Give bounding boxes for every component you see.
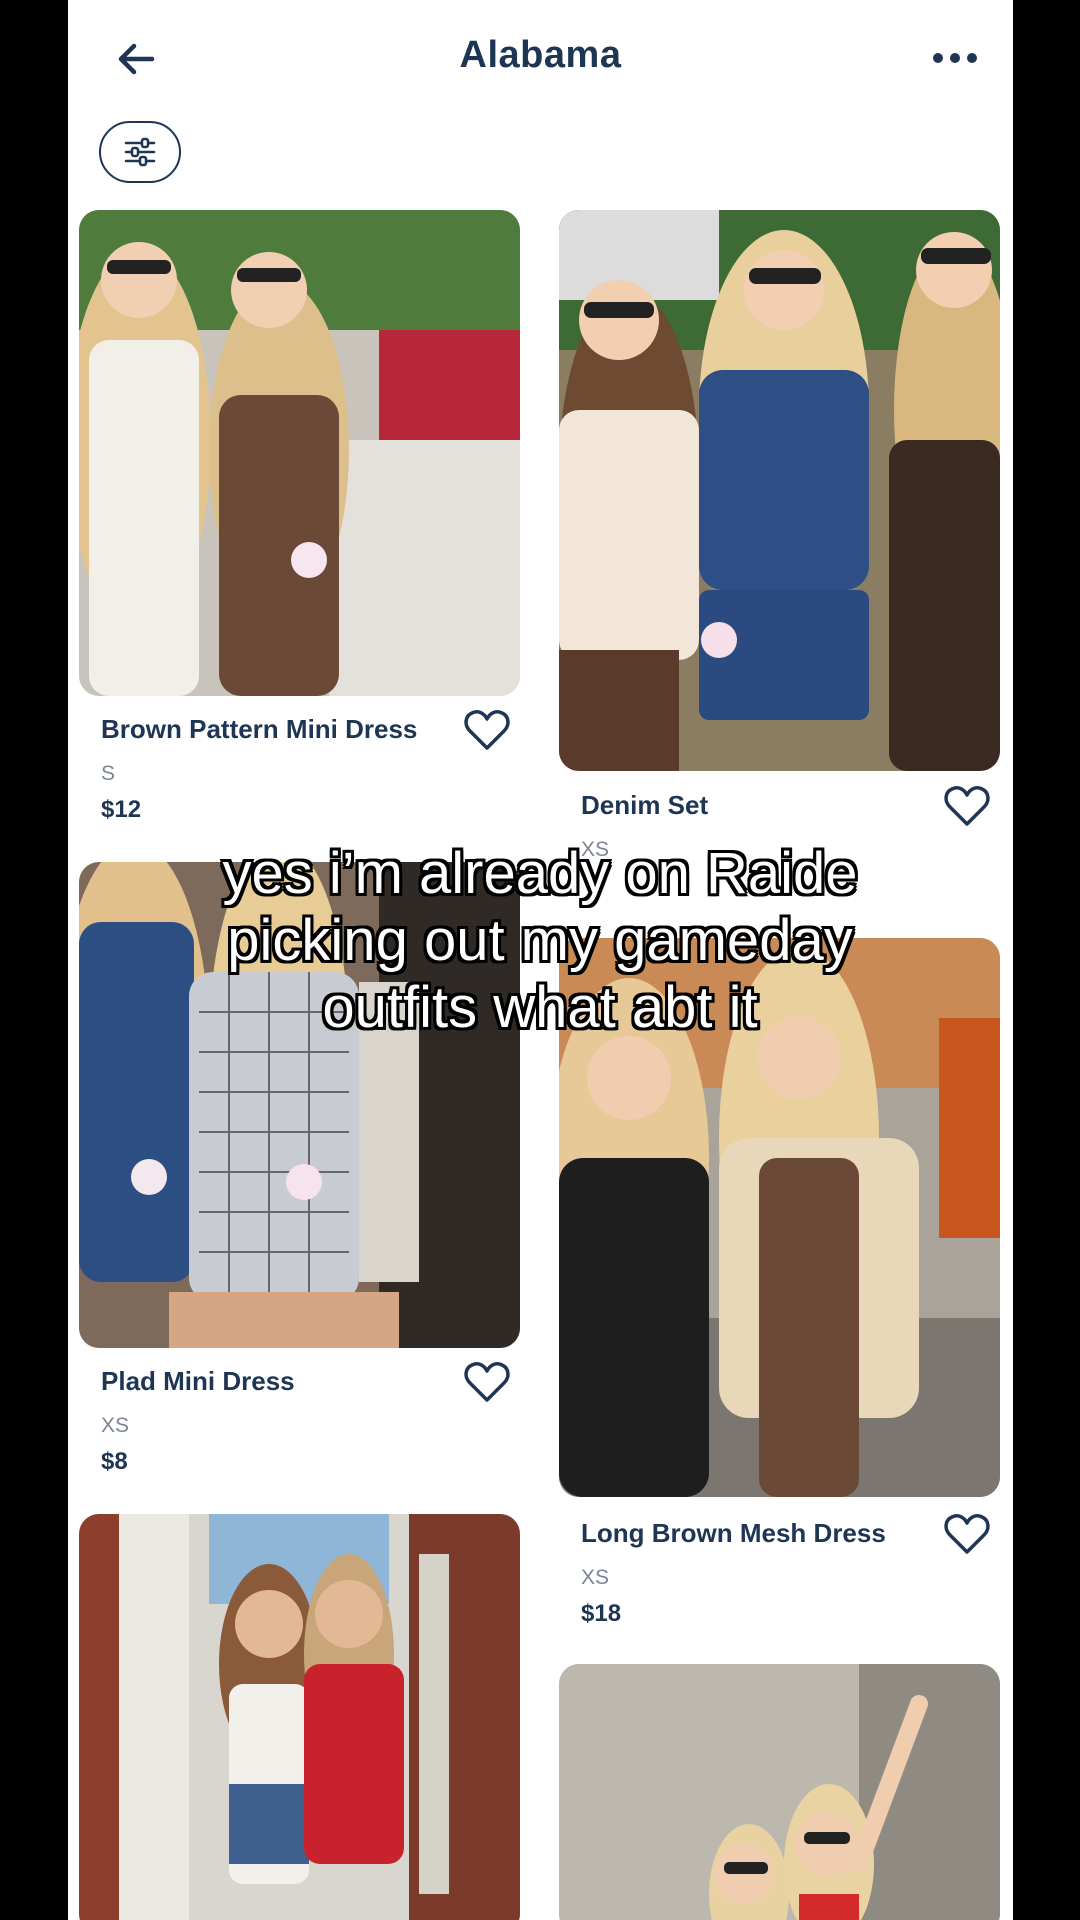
product-price: $12 bbox=[101, 796, 142, 823]
product-size: XS bbox=[581, 1566, 610, 1589]
product-card[interactable]: Long Brown Mesh Dress XS $18 bbox=[559, 938, 1000, 1638]
page-title: Alabama bbox=[459, 34, 622, 76]
product-card[interactable] bbox=[79, 1514, 520, 1920]
product-price: $8 bbox=[101, 1448, 128, 1475]
product-price: $18 bbox=[581, 1600, 622, 1627]
product-photo[interactable] bbox=[559, 210, 1000, 771]
caption-line: picking out my gameday bbox=[227, 908, 853, 973]
product-title[interactable]: Brown Pattern Mini Dress bbox=[101, 714, 417, 745]
product-size: S bbox=[101, 762, 116, 785]
product-photo[interactable] bbox=[559, 1664, 1000, 1920]
filter-button[interactable] bbox=[99, 121, 181, 183]
heart-icon[interactable] bbox=[464, 710, 510, 752]
caption-line: outfits what abt it bbox=[322, 975, 758, 1040]
top-bar: Alabama bbox=[68, 0, 1013, 118]
product-card[interactable]: Brown Pattern Mini Dress S $12 bbox=[79, 210, 520, 830]
product-size: XS bbox=[101, 1414, 130, 1437]
more-options-icon[interactable] bbox=[931, 46, 979, 70]
sliders-icon bbox=[124, 137, 156, 167]
product-title[interactable]: Long Brown Mesh Dress bbox=[581, 1518, 886, 1549]
product-title[interactable]: Denim Set bbox=[581, 790, 708, 821]
heart-icon[interactable] bbox=[464, 1362, 510, 1404]
heart-icon[interactable] bbox=[944, 786, 990, 828]
product-card[interactable]: Denim Set XS bbox=[559, 210, 1000, 861]
product-photo[interactable] bbox=[79, 1514, 520, 1920]
caption-line: yes i’m already on Raide bbox=[222, 841, 858, 906]
heart-icon[interactable] bbox=[944, 1514, 990, 1556]
caption-overlay: yes i’m already on Raide picking out my … bbox=[0, 840, 1080, 1041]
product-card[interactable] bbox=[559, 1664, 1000, 1920]
product-title[interactable]: Plad Mini Dress bbox=[101, 1366, 295, 1397]
product-photo[interactable] bbox=[79, 210, 520, 696]
